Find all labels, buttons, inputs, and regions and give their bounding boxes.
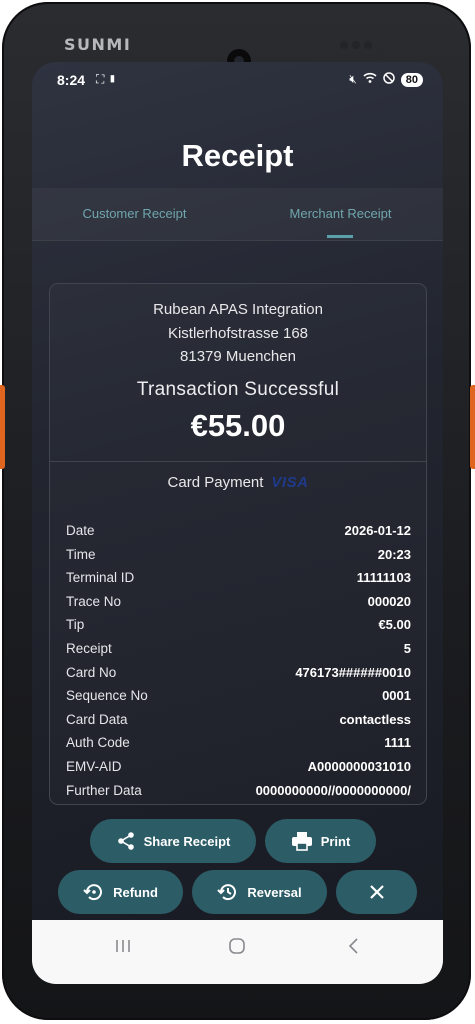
receipt-card: Rubean APAS Integration Kistlerhofstrass… xyxy=(49,283,427,805)
receipt-tabs: Customer Receipt Merchant Receipt xyxy=(32,188,443,241)
detail-label: EMV-AID xyxy=(66,758,122,774)
detail-label: Further Data xyxy=(66,782,142,798)
payment-type: Card Payment xyxy=(167,474,264,491)
detail-value: 476173######0010 xyxy=(295,664,411,680)
status-bar: 8:24 ⛶▮ 🔇︎ 80 xyxy=(32,62,443,96)
page-title: Receipt xyxy=(181,138,294,173)
selected-tab-indicator xyxy=(327,235,353,238)
share-receipt-button[interactable]: Share Receipt xyxy=(90,819,256,863)
notification-icons: ⛶▮ xyxy=(96,72,120,87)
close-button[interactable] xyxy=(336,870,417,914)
detail-label: Card Data xyxy=(66,711,128,727)
sdcard-icon: ▮ xyxy=(107,72,121,86)
transaction-status: Transaction Successful xyxy=(136,379,340,400)
detail-row: Terminal ID 11111103 xyxy=(66,566,411,590)
print-icon xyxy=(291,831,313,851)
detail-value: 20:23 xyxy=(377,546,411,562)
device-brand: SUNMI xyxy=(64,35,132,54)
screenshot-icon: ⛶ xyxy=(96,72,108,86)
battery-indicator: 80 xyxy=(400,72,423,87)
divider xyxy=(50,461,426,462)
history-icon xyxy=(217,881,239,903)
do-not-disturb-icon xyxy=(383,72,395,87)
detail-label: Date xyxy=(66,523,95,538)
merchant-address: Rubean APAS Integration Kistlerhofstrass… xyxy=(50,298,426,369)
detail-value: €5.00 xyxy=(378,617,411,633)
detail-label: Receipt xyxy=(66,640,112,656)
detail-row: Trace No 000020 xyxy=(66,590,411,614)
detail-row: Date 2026-01-12 xyxy=(66,519,411,543)
detail-label: Tip xyxy=(66,617,85,633)
detail-label: Terminal ID xyxy=(66,570,135,586)
detail-row: Card Data contactless xyxy=(66,708,411,732)
detail-label: Auth Code xyxy=(66,735,130,751)
payment-method: Card Payment VISA xyxy=(50,474,426,491)
detail-row: Further Data 0000000000//0000000000/ xyxy=(66,779,411,803)
refund-icon xyxy=(83,881,105,903)
detail-value: A0000000031010 xyxy=(307,758,411,774)
wifi-icon xyxy=(363,72,377,87)
detail-value: contactless xyxy=(339,711,411,727)
refund-label: Refund xyxy=(113,884,158,900)
receipt-details: Date 2026-01-12 Time 20:23 Terminal ID 1111… xyxy=(66,519,411,802)
detail-value: 1111 xyxy=(384,735,411,751)
merchant-street: Kistlerhofstrasse 168 xyxy=(167,324,309,342)
detail-row: Receipt 5 xyxy=(66,637,411,661)
detail-row: Tip €5.00 xyxy=(66,613,411,637)
tab-merchant-receipt[interactable]: Merchant Receipt xyxy=(238,188,443,240)
detail-label: Card No xyxy=(66,664,117,680)
transaction-amount: €55.00 xyxy=(190,408,286,443)
reversal-label: Reversal xyxy=(247,884,302,900)
detail-label: Time xyxy=(66,546,96,562)
detail-row: Card No 476173######0010 xyxy=(66,661,411,685)
detail-row: Time 20:23 xyxy=(66,543,411,567)
reversal-button[interactable]: Reversal xyxy=(192,870,327,914)
share-receipt-label: Share Receipt xyxy=(143,833,231,849)
detail-label: Sequence No xyxy=(66,688,148,704)
print-button[interactable]: Print xyxy=(265,819,376,863)
sensors xyxy=(340,36,386,49)
detail-value: 000020 xyxy=(367,593,411,609)
detail-value: 5 xyxy=(403,640,411,656)
print-label: Print xyxy=(320,833,351,849)
refund-button[interactable]: Refund xyxy=(58,870,183,914)
detail-label: Trace No xyxy=(66,593,122,609)
system-navigation-bar xyxy=(32,920,443,984)
mute-icon: 🔇︎ xyxy=(349,72,357,86)
merchant-city: 81379 Muenchen xyxy=(180,348,296,365)
status-time: 8:24 xyxy=(57,72,86,88)
recent-apps-icon[interactable] xyxy=(114,938,132,959)
tab-customer-receipt[interactable]: Customer Receipt xyxy=(32,188,237,240)
merchant-name: Rubean APAS Integration xyxy=(153,301,323,318)
detail-value: 2026-01-12 xyxy=(344,523,412,538)
detail-value: 11111103 xyxy=(356,570,411,586)
back-icon[interactable] xyxy=(345,938,363,959)
screen: 8:24 ⛶▮ 🔇︎ 80 Receipt Customer Receipt M… xyxy=(32,62,443,984)
side-button-right xyxy=(470,385,475,469)
close-icon xyxy=(369,884,385,900)
share-icon xyxy=(116,831,136,851)
side-button-left xyxy=(0,385,5,469)
detail-value: 0000000000//0000000000/ xyxy=(255,782,411,798)
home-icon[interactable] xyxy=(228,938,246,959)
detail-row: Sequence No 0001 xyxy=(66,684,411,708)
detail-row: Auth Code 1111 xyxy=(66,731,411,755)
visa-logo: VISA xyxy=(271,474,309,491)
detail-value: 0001 xyxy=(382,688,411,704)
detail-row: EMV-AID A0000000031010 xyxy=(66,755,411,779)
status-icons: 🔇︎ 80 xyxy=(349,72,423,87)
